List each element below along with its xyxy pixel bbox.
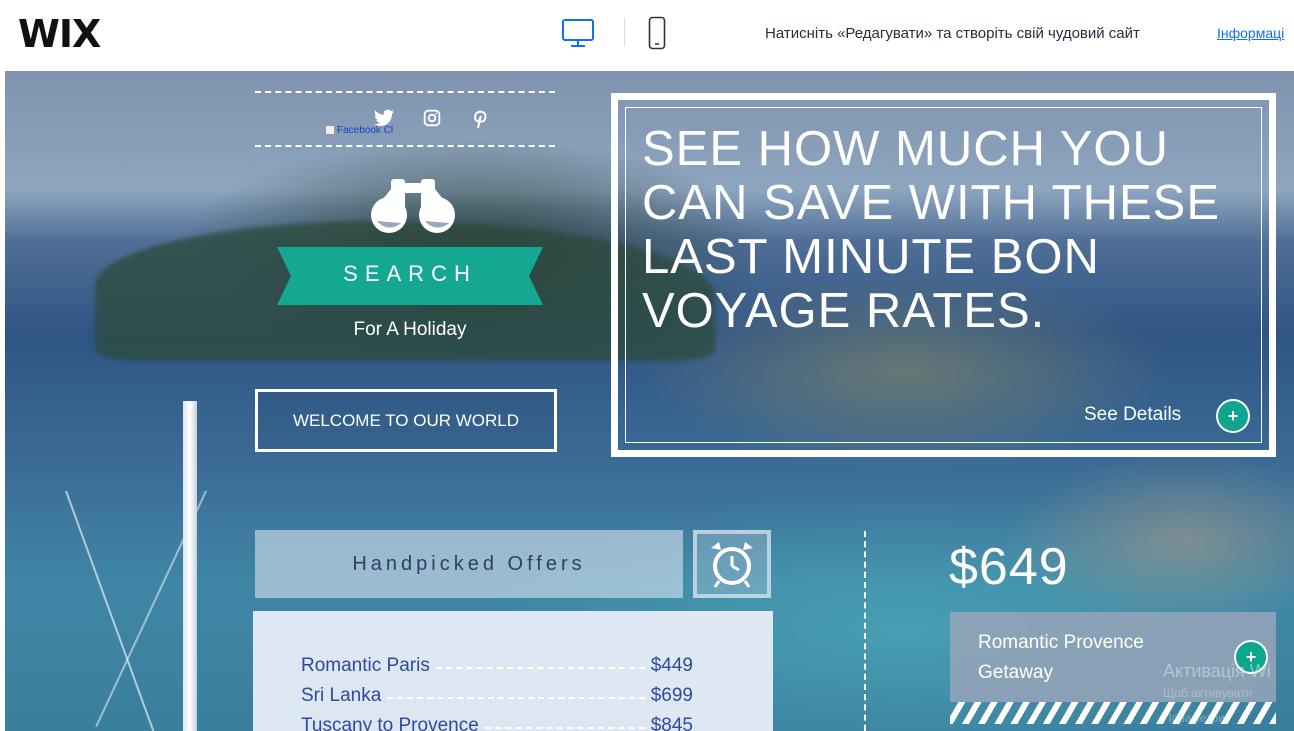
promo-headline: SEE HOW MUCH YOU CAN SAVE WITH THESE LAS…	[642, 122, 1221, 338]
search-ribbon-label: SEARCH	[343, 261, 477, 286]
alarm-clock-box	[693, 530, 771, 598]
see-details-link[interactable]: See Details	[1084, 404, 1181, 426]
background-mast	[183, 401, 197, 731]
search-subtitle: For A Holiday	[353, 319, 467, 340]
dotted-leader	[484, 727, 645, 729]
offer-name: Sri Lanka	[301, 685, 382, 706]
offers-list: Romantic Paris $449 Sri Lanka $699 Tusca…	[253, 611, 773, 731]
activation-watermark-sub: Щоб активувати	[1163, 686, 1253, 700]
offer-price: $449	[650, 655, 693, 676]
offer-name: Tuscany to Provence	[301, 715, 479, 731]
edit-prompt-text: Натисніть «Редагувати» та створіть свій …	[765, 25, 1140, 42]
dotted-leader	[387, 697, 645, 699]
welcome-button[interactable]: WELCOME TO OUR WORLD	[255, 389, 557, 452]
offer-price: $699	[650, 685, 693, 706]
activation-watermark-sub2: Параметри	[1163, 711, 1226, 725]
offer-price: $845	[650, 715, 693, 731]
instagram-icon[interactable]	[421, 107, 443, 129]
top-bar: WIX Натисніть «Редагувати» та створіть с…	[0, 0, 1294, 71]
twitter-icon[interactable]	[373, 107, 395, 129]
list-item[interactable]: Sri Lanka $699	[301, 681, 693, 711]
list-item[interactable]: Romantic Paris $449	[301, 651, 693, 681]
wix-logo[interactable]: WIX	[18, 12, 101, 56]
hero-section: Facebook Cl SEARCH For A Holiday WELCOME…	[5, 71, 1294, 731]
activation-watermark: Активація Wi	[1163, 661, 1271, 681]
social-bar: Facebook Cl	[255, 91, 555, 147]
dotted-leader	[435, 667, 645, 669]
decorative-stripes	[950, 702, 1276, 724]
promo-frame: SEE HOW MUCH YOU CAN SAVE WITH THESE LAS…	[611, 93, 1276, 457]
offers-heading: Handpicked Offers	[255, 530, 683, 598]
device-separator	[624, 18, 625, 46]
mobile-icon[interactable]	[648, 16, 666, 50]
alarm-clock-icon	[711, 542, 753, 588]
see-details-plus-button[interactable]: +	[1216, 399, 1250, 433]
featured-price: $649	[949, 538, 1069, 596]
list-item[interactable]: Tuscany to Provence $845	[301, 711, 693, 731]
pinterest-icon[interactable]	[469, 107, 491, 129]
vertical-divider	[864, 531, 866, 731]
offer-name: Romantic Paris	[301, 655, 430, 676]
info-link[interactable]: Інформаці	[1217, 25, 1284, 41]
desktop-icon[interactable]	[562, 18, 594, 48]
binoculars-icon	[371, 179, 455, 233]
